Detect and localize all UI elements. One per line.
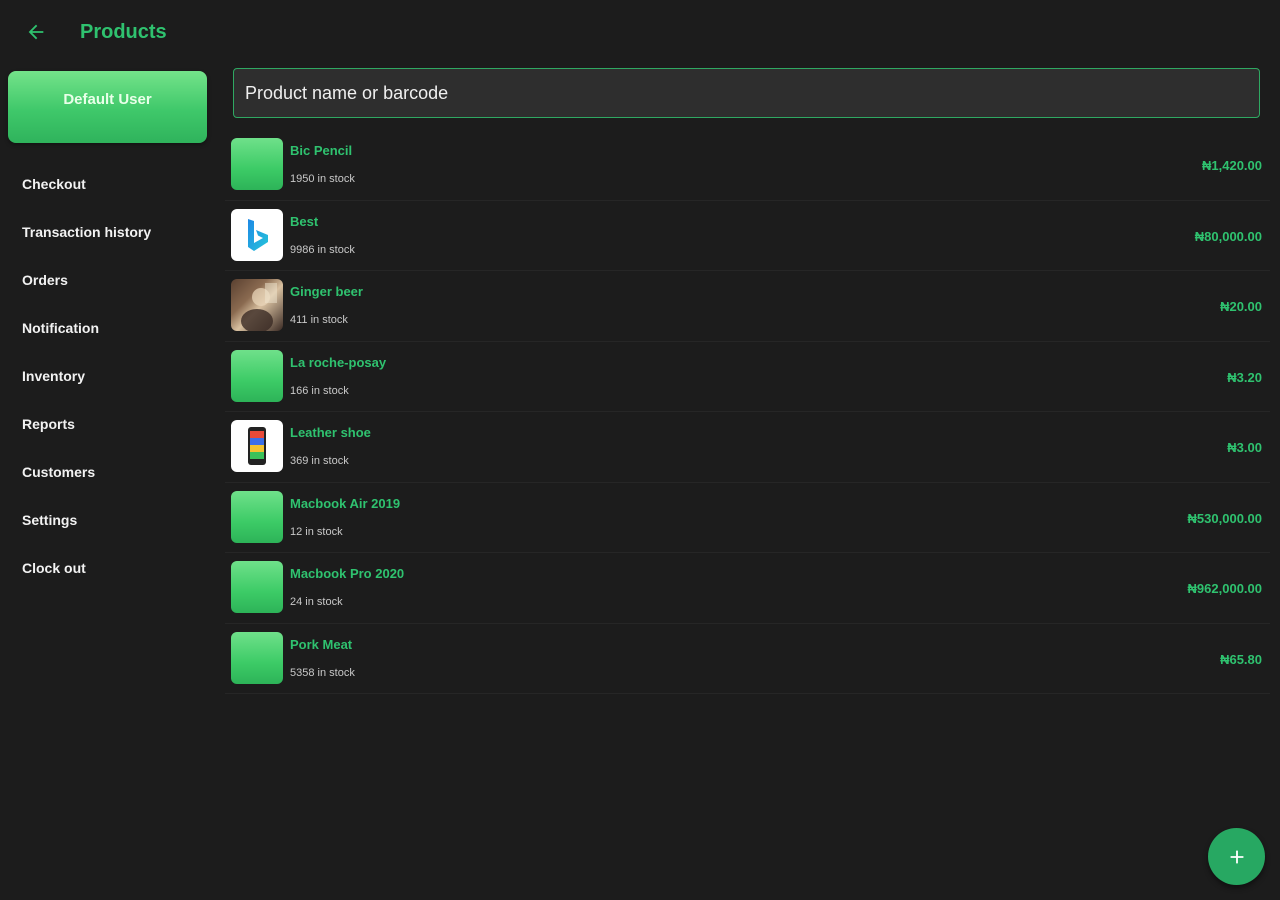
product-name: Leather shoe	[290, 425, 371, 440]
sidebar-item-customers[interactable]: Customers	[0, 448, 218, 496]
sidebar: Default User Checkout Transaction histor…	[0, 66, 218, 900]
product-stock: 24 in stock	[290, 596, 343, 608]
sidebar-item-reports[interactable]: Reports	[0, 400, 218, 448]
product-price: ₦962,000.00	[1187, 581, 1262, 596]
sidebar-item-label: Notification	[22, 320, 99, 336]
product-thumbnail	[231, 561, 283, 613]
product-price: ₦3.00	[1227, 440, 1262, 455]
sidebar-item-notification[interactable]: Notification	[0, 304, 218, 352]
sidebar-item-label: Inventory	[22, 368, 86, 384]
product-thumbnail	[231, 279, 283, 331]
search-placeholder: Product name or barcode	[245, 82, 449, 103]
product-thumbnail	[231, 420, 283, 472]
product-list: Bic Pencil 1950 in stock ₦1,420.00 Best	[225, 130, 1270, 694]
sidebar-item-checkout[interactable]: Checkout	[0, 160, 218, 208]
product-row[interactable]: Best 9986 in stock ₦80,000.00	[225, 201, 1270, 271]
product-name: Macbook Air 2019	[290, 495, 401, 511]
product-price: ₦3.20	[1227, 369, 1262, 385]
product-row[interactable]: La roche-posay 166 in stock ₦3.20	[225, 342, 1270, 412]
sidebar-item-transaction-history[interactable]: Transaction history	[0, 208, 218, 256]
product-thumbnail	[231, 631, 283, 684]
photo-image	[241, 283, 277, 331]
sidebar-item-label: Settings	[22, 512, 78, 528]
product-thumbnail	[231, 208, 283, 261]
product-row[interactable]: Macbook Air 2019 12 in stock ₦530,000.00	[225, 483, 1270, 553]
product-row[interactable]: Pork Meat 5358 in stock ₦65.80	[225, 624, 1270, 694]
sidebar-item-label: Reports	[22, 416, 75, 432]
arrow-left-icon	[28, 24, 44, 40]
product-row[interactable]: Leather shoe 369 in stock ₦3.00	[225, 412, 1270, 483]
product-name: Bic Pencil	[290, 143, 353, 158]
search-input[interactable]: Product name or barcode	[233, 68, 1260, 118]
product-price: ₦530,000.00	[1187, 510, 1262, 526]
product-thumbnail	[231, 490, 283, 543]
product-name: Macbook Pro 2020	[290, 566, 405, 581]
product-row[interactable]: Ginger beer 411 in stock ₦20.00	[225, 271, 1270, 342]
sidebar-item-orders[interactable]: Orders	[0, 256, 218, 304]
product-row[interactable]: Bic Pencil 1950 in stock ₦1,420.00	[225, 130, 1270, 201]
product-row[interactable]: Macbook Pro 2020 24 in stock ₦962,000.00	[225, 553, 1270, 624]
sidebar-item-settings[interactable]: Settings	[0, 496, 218, 544]
back-button[interactable]	[22, 18, 50, 46]
plus-icon	[1230, 850, 1243, 863]
product-thumbnail	[231, 138, 283, 190]
product-stock: 5358 in stock	[290, 666, 355, 679]
user-label: Default User	[63, 91, 152, 108]
sidebar-nav: Checkout Transaction history Orders Noti…	[0, 160, 218, 592]
sidebar-item-label: Clock out	[22, 560, 86, 576]
sidebar-item-inventory[interactable]: Inventory	[0, 352, 218, 400]
product-name: La roche-posay	[290, 354, 387, 370]
sidebar-item-label: Orders	[22, 272, 68, 288]
product-name: Best	[290, 213, 319, 229]
bing-logo-icon	[248, 218, 268, 251]
user-card-button[interactable]: Default User	[8, 71, 207, 143]
sidebar-item-label: Checkout	[22, 176, 86, 192]
product-stock: 12 in stock	[290, 525, 343, 538]
product-price: ₦20.00	[1220, 299, 1262, 314]
product-stock: 1950 in stock	[290, 173, 355, 185]
sidebar-item-label: Transaction history	[22, 224, 152, 240]
product-name: Ginger beer	[290, 284, 363, 299]
phone-image	[248, 427, 266, 465]
product-stock: 369 in stock	[290, 455, 349, 467]
add-product-button[interactable]	[1208, 828, 1265, 885]
product-stock: 166 in stock	[290, 384, 349, 397]
product-price: ₦1,420.00	[1202, 158, 1262, 173]
product-thumbnail	[231, 349, 283, 402]
product-stock: 411 in stock	[290, 314, 348, 326]
page-title: Products	[80, 21, 167, 43]
sidebar-item-clock-out[interactable]: Clock out	[0, 544, 218, 592]
app-bar: Products	[0, 0, 1280, 66]
product-price: ₦80,000.00	[1194, 228, 1262, 244]
product-price: ₦65.80	[1220, 651, 1262, 667]
product-stock: 9986 in stock	[290, 243, 355, 256]
sidebar-item-label: Customers	[22, 464, 96, 480]
product-name: Pork Meat	[290, 636, 353, 652]
